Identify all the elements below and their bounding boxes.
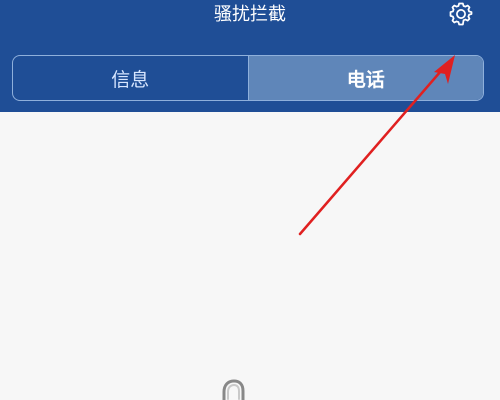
segmented-tabs: 信息 电话 — [12, 55, 484, 101]
main-content — [0, 112, 500, 400]
tab-messages[interactable]: 信息 — [13, 56, 248, 100]
tab-calls[interactable]: 电话 — [247, 56, 483, 100]
app-header: 骚扰拦截 信息 电话 — [0, 0, 500, 112]
empty-state-icon — [222, 379, 245, 400]
settings-button[interactable] — [446, 0, 476, 28]
gear-icon — [449, 2, 473, 26]
page-title: 骚扰拦截 — [214, 4, 286, 25]
